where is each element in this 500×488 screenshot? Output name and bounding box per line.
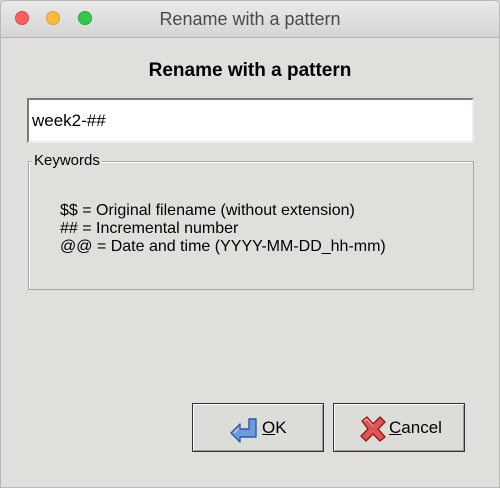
keyword-date-time: @@ = Date and time (YYYY-MM-DD_hh-mm) — [60, 238, 386, 255]
ok-button[interactable]: OK — [192, 403, 324, 452]
keywords-legend: Keywords — [32, 152, 102, 169]
rename-dialog-window: Rename with a pattern Rename with a patt… — [0, 0, 500, 488]
keyword-incremental-number: ## = Incremental number — [60, 220, 239, 237]
window-title: Rename with a pattern — [159, 9, 341, 29]
pattern-input[interactable] — [27, 98, 474, 143]
keyword-original-filename: $$ = Original filename (without extensio… — [60, 202, 355, 219]
arrow-left-icon — [230, 418, 257, 443]
dialog-heading: Rename with a pattern — [148, 60, 352, 81]
ok-mnemonic: O — [262, 418, 276, 437]
cancel-button-label: Cancel — [389, 418, 442, 438]
ok-label-rest: K — [275, 418, 287, 437]
cancel-button[interactable]: Cancel — [333, 403, 465, 452]
cancel-label-rest: ancel — [401, 418, 442, 437]
ok-button-label: OK — [262, 418, 287, 438]
red-x-icon — [360, 416, 386, 442]
title-bar[interactable]: Rename with a pattern — [1, 1, 499, 38]
keywords-group: Keywords $$ = Original filename (without… — [28, 152, 474, 290]
cancel-mnemonic: C — [389, 418, 402, 437]
